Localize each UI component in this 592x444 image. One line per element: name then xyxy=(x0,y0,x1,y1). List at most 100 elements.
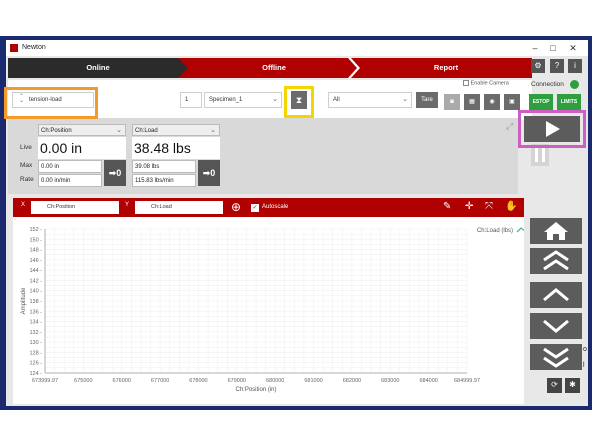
highlight-method-selector xyxy=(4,87,98,119)
eye-icon: ◉ xyxy=(489,99,495,105)
plot-area[interactable]: 124 - 126 - 128 - 130 - 132 - 134 - 136 - 138 -… xyxy=(13,217,524,404)
legend-line-swatch xyxy=(516,227,524,233)
highlight-start-button xyxy=(518,110,586,148)
home-button[interactable] xyxy=(530,218,582,244)
film-icon: ▦ xyxy=(469,99,475,105)
readout-panel: Live Max Rate Ch:Position ⌄ 0.00 in 0.00… xyxy=(8,118,518,194)
y-tick-label: 134 - xyxy=(29,320,42,326)
chevron-down-icon: ⌄ xyxy=(116,127,122,134)
app-title: Newton xyxy=(22,44,46,51)
jog-down-button[interactable] xyxy=(530,313,582,339)
tare-button[interactable]: Tare xyxy=(416,92,438,108)
channel2-rate-value: 115.83 lbs/min xyxy=(132,174,196,187)
chevron-up-icon xyxy=(543,288,569,302)
maximize-button[interactable]: □ xyxy=(546,42,560,54)
tab-offline-label: Offline xyxy=(262,63,286,72)
chip-icon: ▣ xyxy=(509,99,515,105)
refresh-icon: ⟳ xyxy=(551,380,558,389)
x-tick-label: 681000 xyxy=(304,378,322,384)
help-icon: ? xyxy=(554,61,560,70)
double-chevron-down-icon xyxy=(543,347,569,368)
home-icon xyxy=(544,222,568,240)
tab-online-label: Online xyxy=(86,63,110,72)
y-axis-title: Amplitude xyxy=(21,287,27,314)
app-logo-icon xyxy=(10,44,18,52)
highlight-hourglass-button xyxy=(284,86,314,118)
y-tick-label: 126 - xyxy=(29,361,42,367)
gear-icon: ⚙ xyxy=(534,61,542,70)
minimize-button[interactable]: – xyxy=(528,42,542,54)
connection-label: Connection xyxy=(531,81,564,88)
channel1-rate-value: 0.00 in/min xyxy=(38,174,102,187)
y-axis-label: Y xyxy=(125,202,130,208)
help-button[interactable]: ? xyxy=(550,59,564,73)
chevron-down-icon: ⌄ xyxy=(272,96,278,103)
x-tick-label: 684000 xyxy=(419,378,437,384)
y-tick-label: 152 - xyxy=(29,227,42,233)
max-label: Max xyxy=(20,162,33,169)
autoscale-checkbox[interactable]: ✓ xyxy=(251,204,259,212)
mode-nav: Online Offline Report xyxy=(8,58,532,78)
brush-icon[interactable]: ✎ xyxy=(443,201,451,213)
info-button[interactable]: i xyxy=(568,59,582,73)
x-tick-label: 675000 xyxy=(74,378,92,384)
offscreen-text-fragment: l xyxy=(583,362,585,369)
x-channel-selector[interactable]: Ch:Position xyxy=(31,201,119,214)
jog-up-button[interactable] xyxy=(530,282,582,308)
channel1-selector[interactable]: Ch:Position ⌄ xyxy=(38,124,126,136)
crosshair-icon[interactable]: ✛ xyxy=(465,201,473,213)
y-channel-selector[interactable]: Ch:Load xyxy=(135,201,223,214)
refresh-button[interactable]: ⟳ xyxy=(547,378,562,393)
add-channel-icon[interactable]: ⊕ xyxy=(231,201,241,213)
tab-report-label: Report xyxy=(433,63,459,72)
jog-up-fast-button[interactable] xyxy=(530,248,582,274)
legend-entry: Ch:Load (lbs) xyxy=(477,228,513,234)
channel2-live-value: 38.48 lbs xyxy=(132,137,220,159)
channel2-selector[interactable]: Ch:Load ⌄ xyxy=(132,124,220,136)
limits-button[interactable]: LIMITS xyxy=(557,94,581,110)
channel2-zero-button[interactable]: ➡0 xyxy=(198,160,220,186)
view-button[interactable]: ◉ xyxy=(484,94,500,110)
specimen-name: Specimen_1 xyxy=(209,97,243,103)
chip-button[interactable]: ▣ xyxy=(504,94,520,110)
fit-icon[interactable]: ⤧ xyxy=(485,201,493,213)
specimen-selector[interactable]: Specimen_1 ⌄ xyxy=(204,92,282,108)
camera-button[interactable]: ◙ xyxy=(444,94,460,110)
x-axis-label: X xyxy=(21,202,26,208)
chevron-down-icon xyxy=(543,319,569,333)
channel2-max-value: 39.08 lbs xyxy=(132,160,196,173)
tab-report[interactable]: Report xyxy=(360,58,532,78)
checkbox-box[interactable] xyxy=(463,80,469,86)
channel1-zero-button[interactable]: ➡0 xyxy=(104,160,126,186)
calibrate-button[interactable]: ✱ xyxy=(565,378,580,393)
y-tick-label: 130 - xyxy=(29,340,42,346)
y-tick-label: 136 - xyxy=(29,309,42,315)
x-tick-label: 673999.97 xyxy=(32,378,58,384)
tab-offline[interactable]: Offline xyxy=(188,58,360,78)
settings-button[interactable]: ⚙ xyxy=(531,59,545,73)
offscreen-text-fragment: o xyxy=(583,346,587,353)
y-tick-label: 124 - xyxy=(29,371,42,377)
chevron-down-icon: ⌄ xyxy=(210,127,216,134)
autoscale-label: Autoscale xyxy=(262,204,289,210)
close-button[interactable]: ✕ xyxy=(566,42,580,54)
expand-icon[interactable]: ⤢ xyxy=(506,121,513,132)
specimen-number[interactable]: 1 xyxy=(180,92,202,108)
pan-hand-icon[interactable]: ✋ xyxy=(505,201,517,213)
x-tick-label: 676000 xyxy=(113,378,131,384)
y-tick-label: 146 - xyxy=(29,258,42,264)
tab-online[interactable]: Online xyxy=(8,58,188,78)
y-tick-label: 128 - xyxy=(29,350,42,356)
channel1-name: Ch:Position xyxy=(41,128,72,134)
channel1-live-value: 0.00 in xyxy=(38,137,126,159)
x-tick-label: 678000 xyxy=(189,378,207,384)
title-bar: Newton – □ ✕ xyxy=(6,40,588,56)
jog-down-fast-button[interactable] xyxy=(530,344,582,370)
enable-camera-checkbox[interactable]: Enable Camera xyxy=(463,80,509,86)
filter-selector[interactable]: All ⌄ xyxy=(328,92,412,108)
estop-button[interactable]: ESTOP xyxy=(529,94,553,110)
film-button[interactable]: ▦ xyxy=(464,94,480,110)
x-tick-label: 677000 xyxy=(151,378,169,384)
rate-label: Rate xyxy=(20,176,34,183)
y-tick-label: 132 - xyxy=(29,330,42,336)
